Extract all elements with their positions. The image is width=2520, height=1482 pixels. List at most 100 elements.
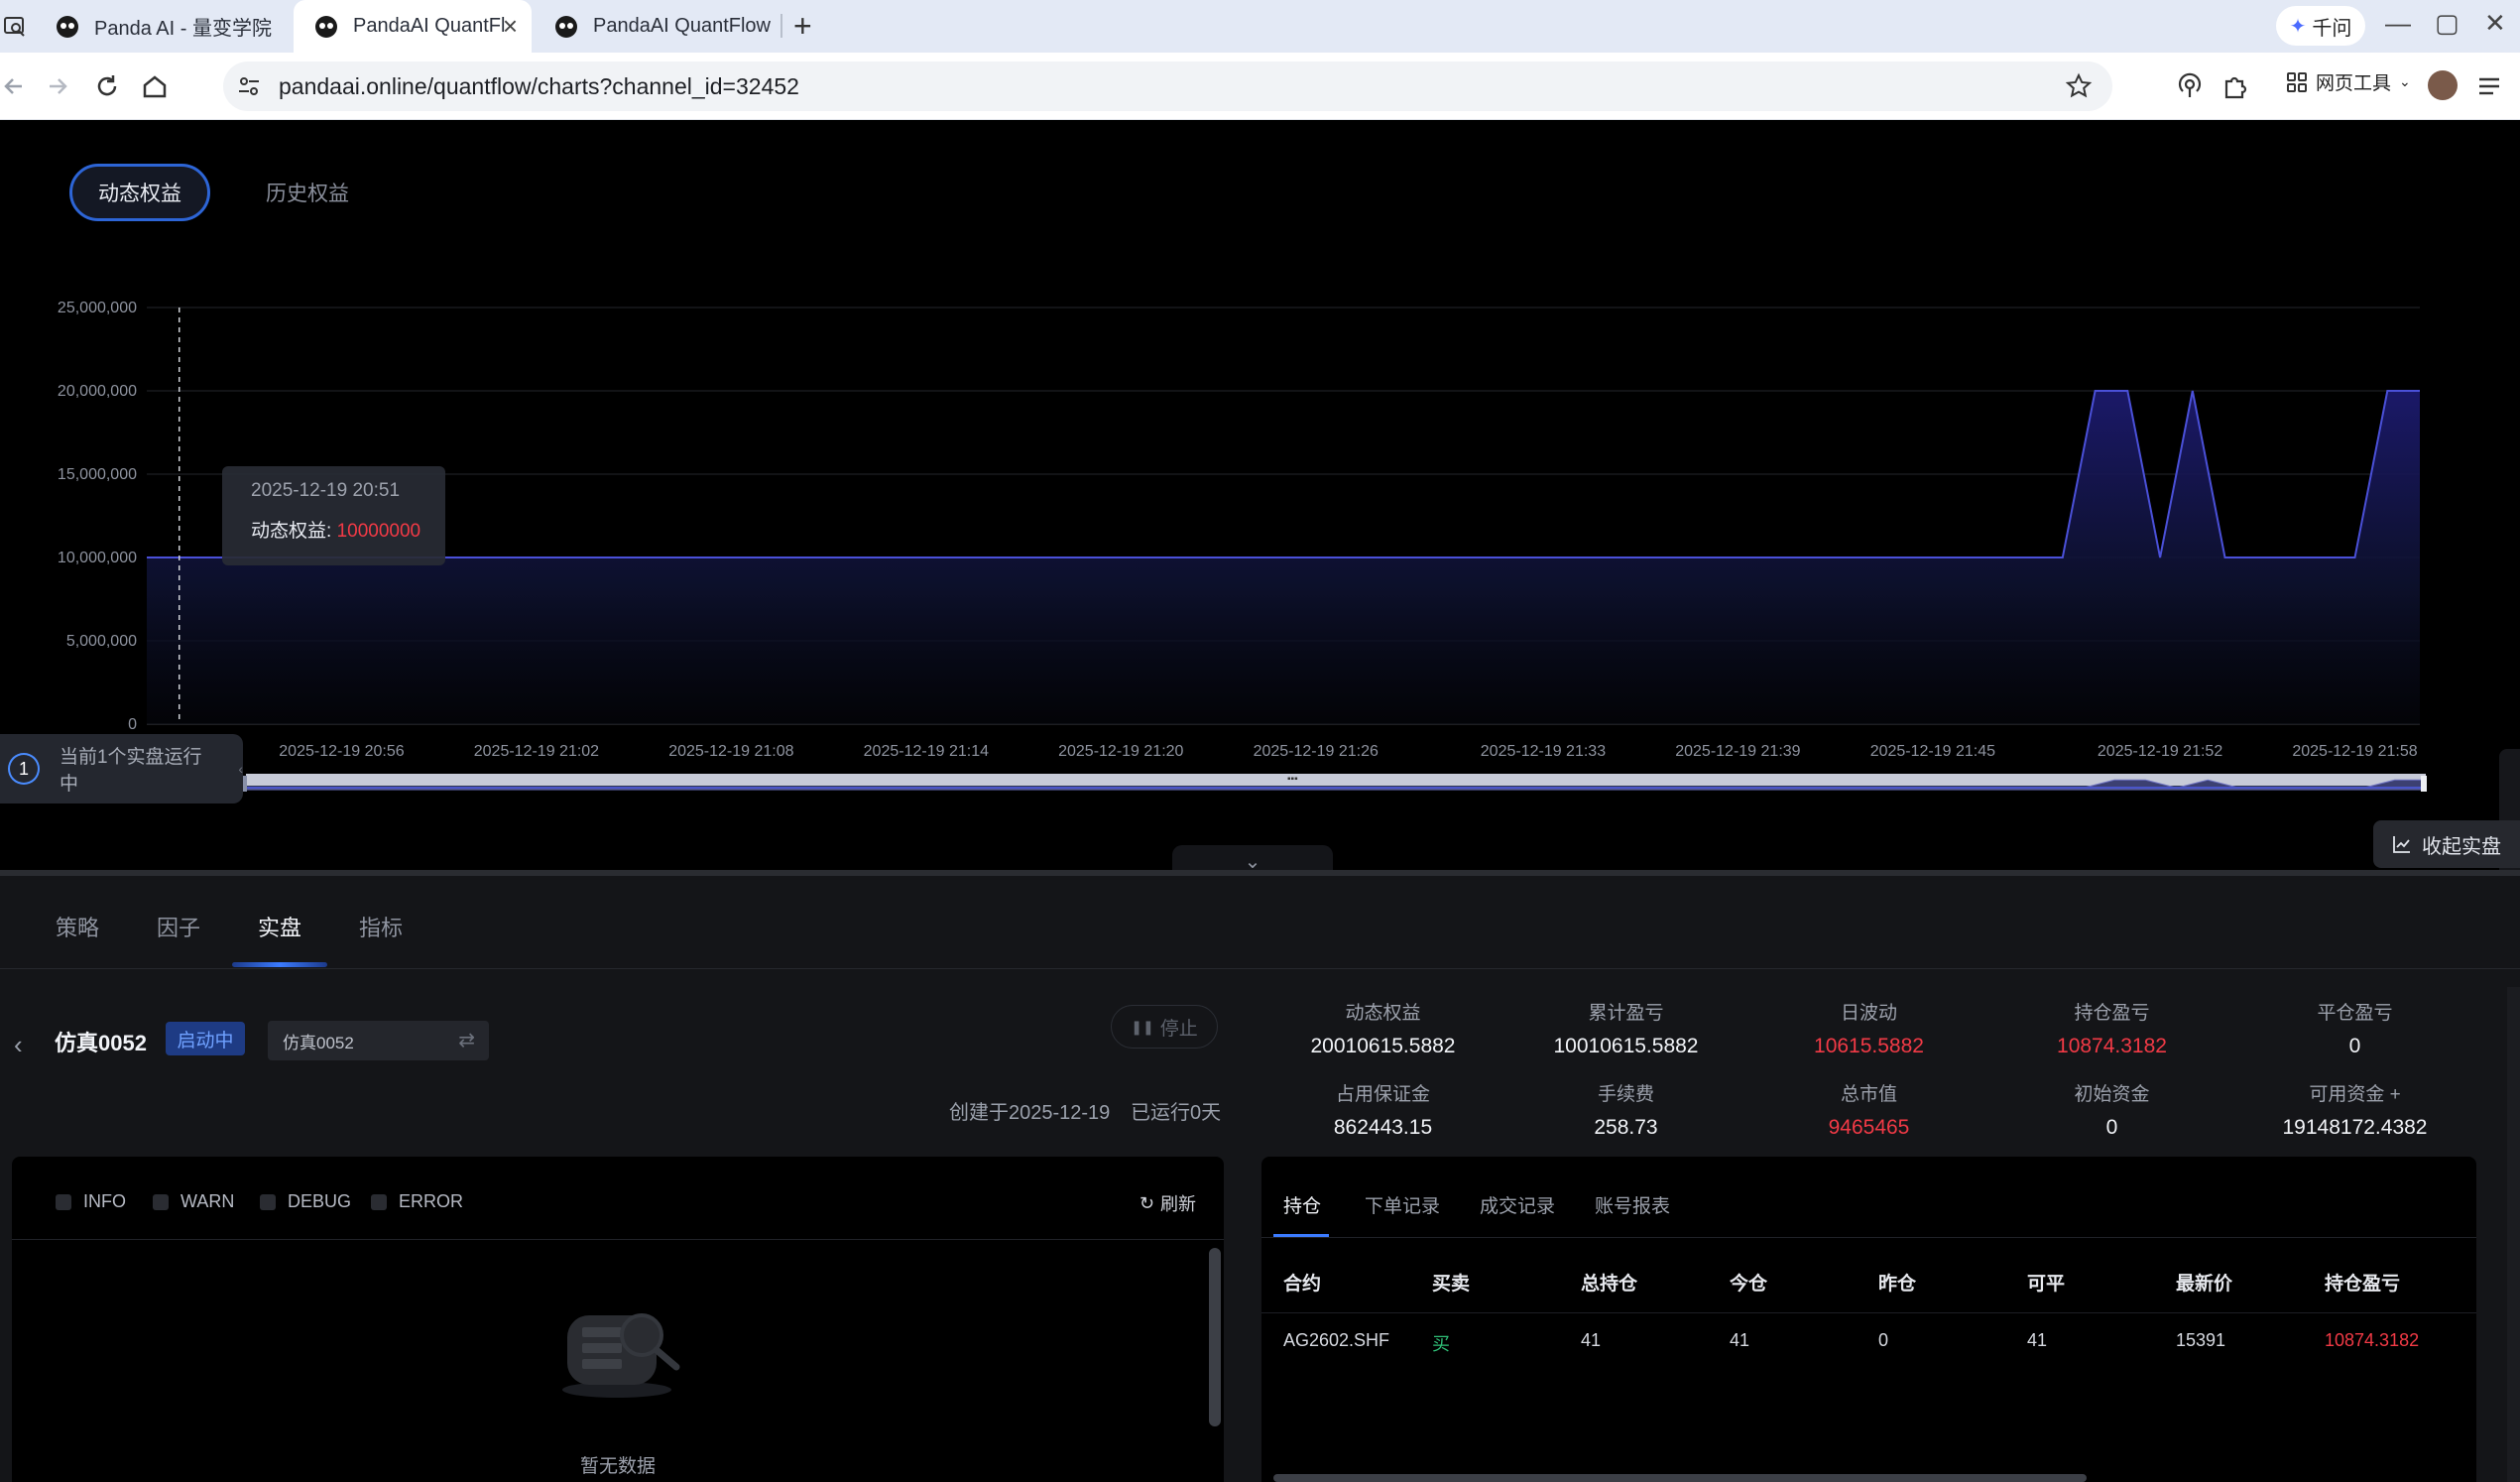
equity-chart[interactable]: 25,000,00020,000,00015,000,00010,000,000… [0, 288, 2520, 863]
col-side: 买卖 [1432, 1274, 1471, 1295]
tab-account-report[interactable]: 账号报表 [1595, 1191, 1670, 1218]
sim-account-select[interactable]: 仿真0052 ⇄ [268, 1021, 489, 1060]
zoom-right-handle[interactable] [2421, 776, 2427, 792]
tab-history-equity[interactable]: 历史权益 [248, 164, 367, 221]
chevron-down-icon: ⌄ [2399, 73, 2411, 89]
subtab-factor[interactable]: 因子 [157, 911, 200, 942]
url-field[interactable]: pandaai.online/quantflow/charts?channel_… [223, 62, 2112, 111]
grid-icon [2287, 71, 2307, 92]
checkbox[interactable] [56, 1193, 71, 1210]
tab-title: Panda AI - 量变学院 [94, 18, 272, 40]
running-live-badge[interactable]: 1 当前1个实盘运行中 ‹ [0, 734, 243, 803]
stop-button[interactable]: ❚❚ 停止 [1111, 1005, 1218, 1049]
col-last-price: 最新价 [2176, 1274, 2233, 1295]
x-tick-label: 2025-12-19 21:26 [1254, 743, 1379, 760]
reload-icon[interactable] [91, 70, 123, 102]
checkbox[interactable] [260, 1193, 276, 1210]
line-chart-icon [2393, 836, 2410, 853]
active-tab-underline [232, 962, 327, 967]
tab-trades[interactable]: 成交记录 [1480, 1191, 1555, 1218]
x-tick-label: 2025-12-19 21:20 [1058, 743, 1183, 760]
y-axis: 25,000,000 20,000,000 15,000,000 10,000,000… [58, 300, 137, 733]
empty-data-text: 暂无数据 [579, 1456, 656, 1477]
collapse-live-button[interactable]: 收起实盘 [2373, 820, 2520, 868]
x-tick-label: 2025-12-19 21:39 [1675, 743, 1800, 760]
tooltip-time: 2025-12-19 20:51 [251, 480, 401, 501]
metric-dynamic-equity: 动态权益 20010615.5882 [1310, 1003, 1456, 1057]
refresh-icon: ↻ [1139, 1192, 1154, 1213]
refresh-button[interactable]: ↻ 刷新 [1140, 1190, 1196, 1216]
log-filter-info[interactable]: INFO [56, 1191, 126, 1212]
tab-title: PandaAI QuantFlow [593, 15, 771, 37]
home-icon[interactable] [139, 70, 171, 102]
log-scrollbar[interactable] [1209, 1248, 1221, 1426]
zoom-grip-icon[interactable]: ▪▪▪ [1287, 774, 1298, 785]
subtab-strategy[interactable]: 策略 [56, 911, 99, 942]
data-zoom-slider[interactable]: ▪▪▪ [241, 774, 2427, 792]
log-filter-error[interactable]: ERROR [371, 1191, 463, 1212]
lower-panel: 策略 因子 实盘 指标 ‹ 仿真0052 启动中 仿真0052 ⇄ ❚❚ 停止 … [0, 876, 2520, 1482]
cell-yesterday: 0 [1878, 1330, 1889, 1350]
log-filter-warn[interactable]: WARN [153, 1191, 234, 1212]
browser-tab-panda-ai[interactable]: Panda AI - 量变学院 [35, 0, 293, 53]
metric-margin: 占用保证金 862443.15 [1333, 1084, 1433, 1139]
restore-button[interactable]: ▢ [2435, 8, 2460, 39]
back-chevron-icon[interactable]: ‹ [14, 1030, 23, 1060]
checkbox[interactable] [371, 1193, 387, 1210]
subtab-live[interactable]: 实盘 [258, 911, 301, 942]
back-arrow-icon[interactable] [0, 70, 32, 102]
panda-logo-icon [57, 15, 78, 38]
positions-hscrollbar[interactable] [1273, 1474, 2087, 1482]
cell-today: 41 [1730, 1330, 1750, 1350]
browser-tab-quantflow-active[interactable]: PandaAI QuantFl × [294, 0, 532, 53]
bookmark-star-icon[interactable] [2065, 72, 2093, 100]
log-filter-debug[interactable]: DEBUG [260, 1191, 351, 1212]
checkbox[interactable] [153, 1193, 169, 1210]
x-tick-label: 2025-12-19 21:45 [1870, 743, 1995, 760]
x-axis: 2025-12-19 20:56 2025-12-19 21:02 2025-12-… [279, 743, 2417, 760]
qianwen-assistant-button[interactable]: ✦ 千问 [2276, 6, 2365, 46]
positions-panel: 持仓 下单记录 成交记录 账号报表 合约 买卖 总持仓 今仓 昨仓 可平 最新价… [1261, 1157, 2476, 1482]
cell-last-price: 15391 [2176, 1330, 2226, 1350]
close-window-button[interactable]: ✕ [2484, 8, 2506, 39]
browser-tab-quantflow[interactable]: PandaAI QuantFlow [534, 0, 781, 53]
y-tick-label: 25,000,000 [58, 300, 137, 316]
tab-orders[interactable]: 下单记录 [1365, 1191, 1440, 1218]
metric-daily-change: 日波动 10615.5882 [1814, 1003, 1924, 1057]
cell-side: 买 [1432, 1334, 1450, 1354]
cell-total: 41 [1581, 1330, 1602, 1350]
menu-icon[interactable] [2473, 70, 2505, 102]
tab-positions[interactable]: 持仓 [1283, 1191, 1321, 1218]
sim-title: 仿真0052 [55, 1031, 147, 1055]
site-settings-icon[interactable] [235, 72, 263, 100]
metric-position-pnl: 持仓盈亏 10874.3182 [2057, 1003, 2167, 1057]
created-date: 创建于2025-12-19 [949, 1102, 1111, 1124]
x-tick-label: 2025-12-19 21:14 [864, 743, 989, 760]
subtab-indicator[interactable]: 指标 [359, 911, 403, 942]
avatar[interactable] [2428, 70, 2458, 100]
x-tick-label: 2025-12-19 21:52 [2098, 743, 2222, 760]
tab-search-icon[interactable] [2, 14, 28, 40]
minimize-button[interactable]: — [2385, 8, 2411, 39]
y-tick-label: 15,000,000 [58, 466, 137, 483]
extensions-puzzle-icon[interactable] [2220, 70, 2251, 102]
x-tick-label: 2025-12-19 21:58 [2292, 743, 2417, 760]
metric-available-funds[interactable]: 可用资金 + 19148172.4382 [2233, 1079, 2476, 1140]
log-panel: INFO WARN DEBUG ERROR ↻ 刷新 暂无数据 [12, 1157, 1224, 1482]
tooltip-value: 10000000 [336, 521, 421, 542]
runtime-days: 已运行0天 [1131, 1102, 1222, 1124]
url-text: pandaai.online/quantflow/charts?channel_… [279, 72, 799, 99]
web-tools-menu[interactable]: 网页工具 ⌄ [2286, 68, 2411, 95]
chevron-left-icon: ‹ [238, 761, 244, 777]
tab-dynamic-equity[interactable]: 动态权益 [69, 164, 210, 221]
pause-icon: ❚❚ [1131, 1018, 1154, 1035]
page-vscrollbar[interactable] [2507, 987, 2520, 1482]
close-tab-icon[interactable]: × [503, 13, 518, 39]
forward-arrow-icon[interactable] [44, 70, 75, 102]
x-tick-label: 2025-12-19 21:08 [668, 743, 793, 760]
cell-position-pnl: 10874.3182 [2325, 1330, 2420, 1350]
metric-initial-capital: 初始资金 0 [2074, 1084, 2150, 1139]
browser-address-bar: pandaai.online/quantflow/charts?channel_… [0, 53, 2520, 120]
podcast-icon[interactable] [2174, 70, 2206, 102]
new-tab-button[interactable]: + [793, 8, 812, 44]
